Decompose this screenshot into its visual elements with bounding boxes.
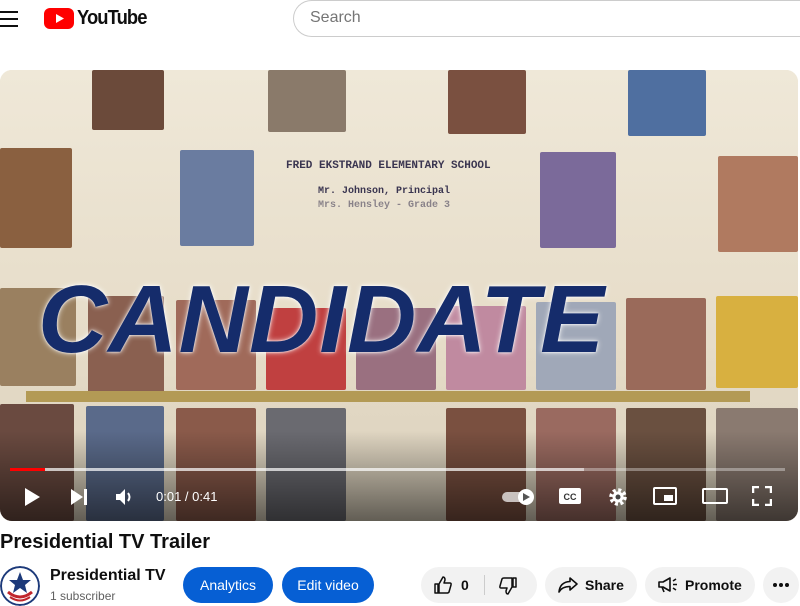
autoplay-toggle[interactable] (502, 488, 536, 506)
channel-avatar[interactable] (0, 566, 40, 606)
like-count: 0 (461, 577, 469, 593)
theater-icon[interactable] (702, 488, 728, 504)
settings-icon[interactable] (607, 486, 629, 508)
promote-icon (658, 577, 677, 593)
promote-button[interactable]: Promote (645, 567, 755, 603)
edit-video-button[interactable]: Edit video (282, 567, 374, 603)
share-button[interactable]: Share (545, 567, 637, 603)
youtube-logo[interactable]: YouTube (44, 7, 153, 29)
principal-line: Mr. Johnson, Principal (318, 186, 451, 197)
search-box (293, 0, 800, 37)
subscriber-count: 1 subscriber (50, 589, 116, 603)
volume-icon[interactable] (115, 488, 135, 506)
time-current: 0:01 (156, 489, 182, 504)
logo-text: YouTube (77, 6, 147, 29)
channel-name[interactable]: Presidential TV (50, 567, 166, 585)
teacher-line: Mrs. Hensley - Grade 3 (318, 200, 451, 211)
time-display: 0:01 / 0:41 (156, 489, 217, 504)
video-title: Presidential TV Trailer (0, 531, 211, 553)
time-separator: / (181, 489, 193, 504)
next-icon[interactable] (69, 488, 89, 506)
masthead: YouTube (0, 0, 800, 56)
subtitles-icon[interactable]: CC (558, 487, 582, 505)
time-total: 0:41 (192, 489, 218, 504)
school-name: FRED EKSTRAND ELEMENTARY SCHOOL (286, 160, 491, 172)
analytics-button[interactable]: Analytics (183, 567, 273, 603)
promote-label: Promote (685, 577, 742, 593)
gold-underline (26, 391, 750, 402)
overlay-title: CANDIDATE (38, 266, 606, 373)
like-icon[interactable] (433, 575, 453, 595)
dislike-icon[interactable] (498, 576, 518, 596)
like-divider (484, 575, 485, 595)
search-input[interactable] (310, 9, 770, 27)
share-icon (558, 577, 578, 593)
miniplayer-icon[interactable] (653, 487, 677, 505)
progress-buffered (44, 468, 584, 471)
progress-bar[interactable] (10, 468, 785, 471)
like-dislike-group: 0 (421, 567, 537, 603)
share-label: Share (585, 577, 624, 593)
svg-text:CC: CC (564, 492, 577, 502)
video-player[interactable]: FRED EKSTRAND ELEMENTARY SCHOOL Mr. John… (0, 70, 798, 521)
more-actions-button[interactable] (763, 567, 799, 603)
fullscreen-icon[interactable] (752, 486, 772, 506)
menu-icon[interactable] (0, 8, 24, 32)
progress-played (10, 468, 45, 471)
channel-logo-icon (0, 566, 40, 606)
controls-shade (0, 431, 798, 521)
play-icon[interactable] (22, 487, 42, 507)
more-icon (773, 583, 789, 587)
youtube-logo-icon (44, 7, 74, 29)
